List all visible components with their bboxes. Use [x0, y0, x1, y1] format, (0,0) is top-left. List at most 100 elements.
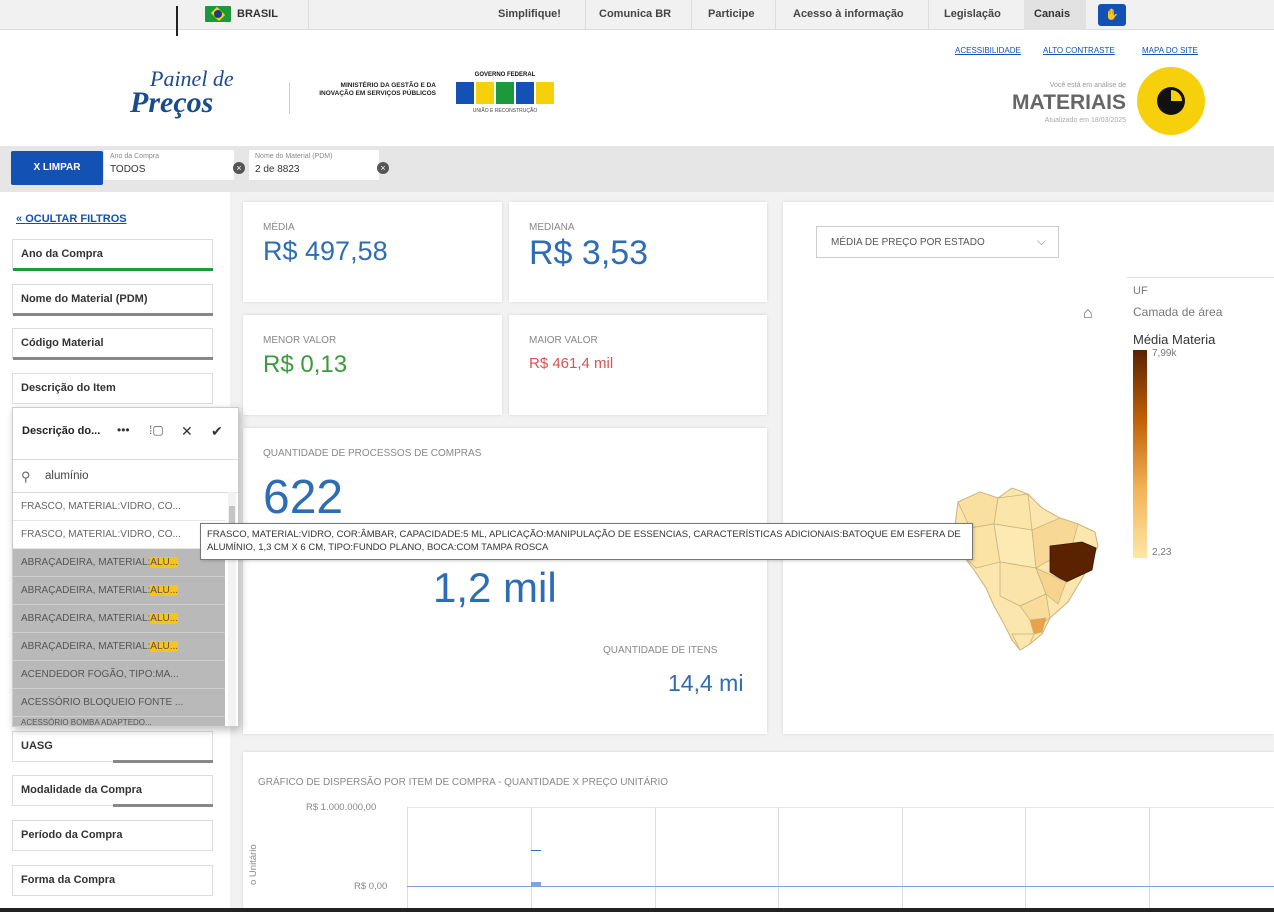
- list-item[interactable]: ACESSÓRIO BOMBA ADAPTEDO...: [13, 717, 225, 727]
- brasil-label: BRASIL: [237, 8, 278, 20]
- legend-min: 2,23: [1152, 547, 1172, 558]
- chip-nome-material[interactable]: Nome do Material (PDM) 2 de 8823: [249, 150, 379, 180]
- scatter-baseline: [407, 886, 1274, 887]
- chip-value: 2 de 8823: [255, 164, 300, 175]
- maior-value: R$ 461,4 mil: [529, 355, 614, 372]
- card-scatter: [243, 752, 1274, 912]
- list-item[interactable]: ABRAÇADEIRA, MATERIAL:ALU...: [13, 577, 225, 605]
- card-maior-valor: MAIOR VALOR R$ 461,4 mil: [509, 315, 767, 415]
- legend-layer: Camada de área: [1133, 305, 1223, 319]
- gov-link-participe[interactable]: Participe: [708, 8, 754, 20]
- legend-metric: Média Materia: [1133, 332, 1216, 347]
- menor-value: R$ 0,13: [263, 351, 348, 378]
- logo-line2: Preços: [130, 86, 214, 119]
- list-item[interactable]: FRASCO, MATERIAL:VIDRO, CO...: [13, 521, 225, 549]
- menor-label: MENOR VALOR: [263, 335, 337, 346]
- search-query: alumínio: [45, 470, 89, 482]
- list-item[interactable]: ABRAÇADEIRA, MATERIAL:ALU...: [13, 605, 225, 633]
- sitemap-link[interactable]: MAPA DO SITE: [1142, 46, 1198, 55]
- chip-label: Nome do Material (PDM): [255, 153, 333, 160]
- ministry-logo: MINISTÉRIO DA GESTÃO E DA INOVAÇÃO EM SE…: [319, 82, 436, 97]
- more-options-icon[interactable]: •••: [117, 423, 130, 437]
- select-all-icon[interactable]: ⁞▢: [149, 423, 164, 437]
- y-tick-max: R$ 1.000.000,00: [306, 802, 377, 813]
- item-tooltip: FRASCO, MATERIAL:VIDRO, COR:ÂMBAR, CAPAC…: [200, 523, 973, 560]
- close-icon[interactable]: ✕: [181, 423, 193, 440]
- chip-label: Ano da Compra: [110, 153, 160, 160]
- chevron-down-icon: ⌵: [1036, 234, 1046, 248]
- analysis-title: MATERIAIS: [1012, 91, 1126, 114]
- dropdown-title: Descrição do...: [22, 425, 101, 437]
- updated-date: Atualizado em 18/03/2025: [1044, 117, 1126, 124]
- mediana-value: R$ 3,53: [529, 234, 649, 272]
- brasil-link[interactable]: BRASIL: [205, 6, 278, 22]
- list-item[interactable]: ACESSÓRIO BLOQUEIO FONTE ...: [13, 689, 225, 717]
- scatter-title: GRÁFICO DE DISPERSÃO POR ITEM DE COMPRA …: [258, 777, 669, 788]
- card-quantidades: QUANTIDADE DE PROCESSOS DE COMPRAS 622 1…: [243, 428, 767, 734]
- brazil-flag-icon: [205, 6, 231, 22]
- media-label: MÉDIA: [263, 222, 295, 233]
- legend-max: 7,99k: [1152, 348, 1177, 359]
- divider: [176, 6, 178, 36]
- close-icon[interactable]: ×: [233, 162, 245, 174]
- filter-uasg[interactable]: UASG: [12, 731, 213, 763]
- materials-pie-icon[interactable]: [1137, 67, 1205, 135]
- search-icon: ⚲: [21, 469, 31, 484]
- compras-value: 1,2 mil: [433, 564, 557, 611]
- dropdown-search-field[interactable]: ⚲ alumínio: [13, 459, 238, 493]
- close-icon[interactable]: ×: [377, 162, 389, 174]
- high-contrast-link[interactable]: ALTO CONTRASTE: [1043, 46, 1115, 55]
- libras-icon[interactable]: ✋: [1098, 4, 1126, 26]
- confirm-check-icon[interactable]: ✔: [211, 423, 223, 440]
- filter-forma[interactable]: Forma da Compra: [12, 865, 213, 896]
- filter-modalidade[interactable]: Modalidade da Compra: [12, 775, 213, 807]
- home-icon[interactable]: ⌂: [1083, 305, 1093, 323]
- card-mediana: MEDIANA R$ 3,53: [509, 202, 767, 302]
- maior-label: MAIOR VALOR: [529, 335, 598, 346]
- brazil-map[interactable]: [950, 484, 1100, 654]
- gov-link-simplifique[interactable]: Simplifique!: [498, 8, 561, 20]
- itens-label: QUANTIDADE DE ITENS: [603, 645, 718, 656]
- list-item[interactable]: ABRAÇADEIRA, MATERIAL:ALU...: [13, 549, 225, 577]
- filter-codigo-material[interactable]: Código Material: [12, 328, 213, 360]
- accessibility-link[interactable]: ACESSIBILIDADE: [955, 46, 1021, 55]
- gov-bar: BRASIL Simplifique! Comunica BR Particip…: [0, 0, 1274, 36]
- painel-precos-logo[interactable]: Painel de Preços: [126, 64, 236, 134]
- media-value: R$ 497,58: [263, 236, 388, 266]
- canais-menu[interactable]: Canais: [1024, 0, 1086, 30]
- gov-federal-logo: GOVERNO FEDERAL UNIÃO E RECONSTRUÇÃO: [450, 72, 560, 122]
- card-media: MÉDIA R$ 497,58: [243, 202, 502, 302]
- brasil-blocks-logo: [450, 82, 560, 104]
- gov-link-comunica[interactable]: Comunica BR: [599, 8, 671, 20]
- clear-filters-button[interactable]: X LIMPAR: [11, 151, 103, 185]
- scatter-point[interactable]: [531, 850, 541, 851]
- y-tick-zero: R$ 0,00: [354, 881, 388, 892]
- filter-periodo[interactable]: Período da Compra: [12, 820, 213, 851]
- list-item[interactable]: FRASCO, MATERIAL:VIDRO, CO...: [13, 493, 225, 521]
- scatter-point[interactable]: [531, 882, 541, 886]
- map-metric-select[interactable]: MÉDIA DE PREÇO POR ESTADO ⌵: [816, 226, 1059, 258]
- card-mapa: [783, 202, 1274, 734]
- filter-ano-compra[interactable]: Ano da Compra: [12, 239, 213, 271]
- select-value: MÉDIA DE PREÇO POR ESTADO: [831, 237, 985, 248]
- gov-link-legislacao[interactable]: Legislação: [944, 8, 1001, 20]
- legend-gradient: [1133, 350, 1147, 558]
- gov-federal-label: GOVERNO FEDERAL: [474, 72, 536, 78]
- filter-nome-material[interactable]: Nome do Material (PDM): [12, 284, 213, 316]
- hide-filters-link[interactable]: « OCULTAR FILTROS: [16, 213, 127, 225]
- list-item[interactable]: ACENDEDOR FOGÃO, TIPO:MA...: [13, 661, 225, 689]
- y-axis-label: o Unitário: [248, 844, 259, 885]
- chip-value: TODOS: [110, 164, 146, 175]
- filter-descricao-item[interactable]: Descrição do Item: [12, 373, 213, 404]
- card-menor-valor: MENOR VALOR R$ 0,13: [243, 315, 502, 415]
- chip-ano-compra[interactable]: Ano da Compra TODOS: [104, 150, 234, 180]
- list-item[interactable]: ABRAÇADEIRA, MATERIAL:ALU...: [13, 633, 225, 661]
- gov-link-acesso[interactable]: Acesso à informação: [793, 8, 904, 20]
- analysis-area: Você está em análise de MATERIAIS Atuali…: [990, 82, 1126, 124]
- descricao-item-dropdown[interactable]: Descrição do... ••• ⁞▢ ✕ ✔ ⚲ alumínio FR…: [12, 407, 239, 727]
- processos-label: QUANTIDADE DE PROCESSOS DE COMPRAS: [263, 448, 482, 459]
- legend-uf: UF: [1133, 285, 1148, 297]
- analysis-small-label: Você está em análise de: [1049, 82, 1126, 89]
- mediana-label: MEDIANA: [529, 222, 575, 233]
- itens-value: 14,4 mi: [668, 670, 744, 696]
